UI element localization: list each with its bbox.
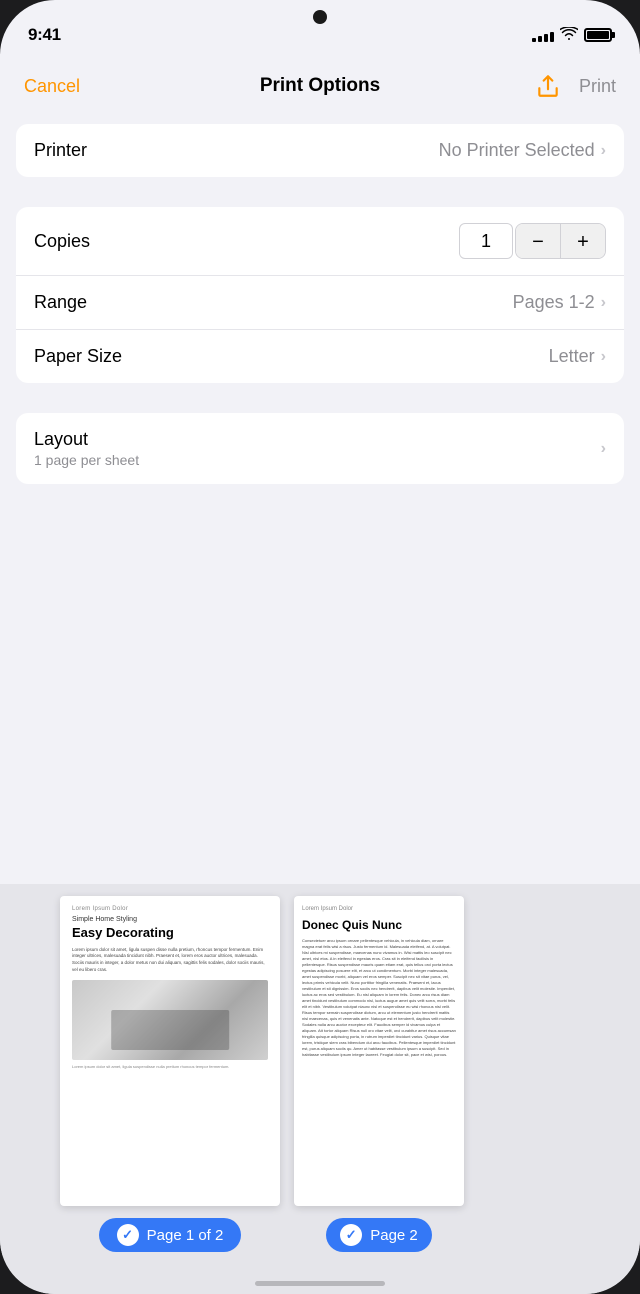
page-2-title: Donec Quis Nunc — [302, 918, 456, 932]
page-2-content: Lorem Ipsum Dolor Donec Quis Nunc Consec… — [294, 896, 464, 1206]
printer-chevron-icon: › — [601, 142, 606, 160]
copies-label: Copies — [34, 231, 90, 252]
printer-section: Printer No Printer Selected › — [16, 124, 624, 177]
range-chevron-icon: › — [601, 294, 606, 312]
main-content: Cancel Print Options Print Printer No Pr… — [0, 54, 640, 1294]
battery-icon — [584, 28, 612, 42]
paper-size-chevron-icon: › — [601, 348, 606, 366]
preview-page-1: Lorem Ipsum Dolor Simple Home Styling Ea… — [60, 896, 280, 1252]
signal-icon — [532, 28, 554, 42]
layout-chevron-icon: › — [601, 440, 606, 458]
nav-right: Print — [531, 69, 616, 103]
printer-row[interactable]: Printer No Printer Selected › — [16, 124, 624, 177]
check-icon-1: ✓ — [122, 1227, 133, 1243]
status-time: 9:41 — [28, 25, 61, 45]
options-section: Copies 1 − + Range Pages 1-2 › — [16, 207, 624, 383]
range-label: Range — [34, 292, 87, 313]
range-value: Pages 1-2 — [513, 292, 595, 313]
check-circle-2: ✓ — [340, 1224, 362, 1246]
preview-page-2: Lorem Ipsum Dolor Donec Quis Nunc Consec… — [294, 896, 464, 1252]
page-1-image — [72, 980, 268, 1060]
increment-button[interactable]: + — [561, 224, 605, 259]
range-value-container: Pages 1-2 › — [513, 292, 606, 313]
status-bar: 9:41 — [0, 0, 640, 54]
page-2-header: Lorem Ipsum Dolor — [302, 906, 456, 912]
page-card-2[interactable]: Lorem Ipsum Dolor Donec Quis Nunc Consec… — [294, 896, 464, 1206]
share-icon — [535, 73, 561, 99]
page-2-badge: ✓ Page 2 — [326, 1218, 432, 1252]
wifi-icon — [560, 27, 578, 44]
check-icon-2: ✓ — [346, 1227, 357, 1243]
page-1-title-small: Simple Home Styling — [72, 916, 268, 923]
status-icons — [532, 27, 612, 44]
copies-count: 1 — [459, 223, 513, 259]
page-1-subtitle: Lorem Ipsum Dolor — [72, 906, 268, 912]
page-2-badge-text: Page 2 — [370, 1227, 418, 1244]
page-2-body: Consectetuer arcu ipsum ornare pellentes… — [302, 938, 456, 1058]
range-row[interactable]: Range Pages 1-2 › — [16, 275, 624, 329]
layout-sublabel: 1 page per sheet — [34, 452, 139, 468]
paper-size-value: Letter — [549, 346, 595, 367]
page-title: Print Options — [260, 75, 380, 97]
page-card-1[interactable]: Lorem Ipsum Dolor Simple Home Styling Ea… — [60, 896, 280, 1206]
page-1-caption: Lorem ipsum dolor sit amet, ligula suspe… — [72, 1064, 268, 1069]
print-button[interactable]: Print — [579, 76, 616, 97]
layout-row[interactable]: Layout 1 page per sheet › — [16, 413, 624, 484]
cancel-button[interactable]: Cancel — [24, 76, 80, 97]
phone-frame: 9:41 Cancel — [0, 0, 640, 1294]
page-1-badge-text: Page 1 of 2 — [147, 1227, 224, 1244]
layout-label: Layout — [34, 429, 88, 450]
paper-size-value-container: Letter › — [549, 346, 606, 367]
page-1-title-large: Easy Decorating — [72, 925, 268, 941]
page-1-content: Lorem Ipsum Dolor Simple Home Styling Ea… — [60, 896, 280, 1206]
decrement-button[interactable]: − — [516, 224, 560, 259]
printer-label: Printer — [34, 140, 87, 161]
paper-size-row[interactable]: Paper Size Letter › — [16, 329, 624, 383]
printer-value-container: No Printer Selected › — [439, 140, 606, 161]
check-circle-1: ✓ — [117, 1224, 139, 1246]
page-1-body: Lorem ipsum dolor sit amet, ligula suspe… — [72, 947, 268, 974]
home-indicator — [255, 1281, 385, 1286]
camera-notch — [313, 10, 327, 24]
page-1-badge: ✓ Page 1 of 2 — [99, 1218, 242, 1252]
preview-section: Lorem Ipsum Dolor Simple Home Styling Ea… — [0, 884, 640, 1294]
share-button[interactable] — [531, 69, 565, 103]
nav-bar: Cancel Print Options Print — [0, 54, 640, 114]
paper-size-label: Paper Size — [34, 346, 122, 367]
copies-stepper: − + — [515, 223, 606, 259]
copies-control: 1 − + — [459, 223, 606, 259]
printer-value: No Printer Selected — [439, 140, 595, 161]
copies-row: Copies 1 − + — [16, 207, 624, 275]
layout-section: Layout 1 page per sheet › — [16, 413, 624, 484]
